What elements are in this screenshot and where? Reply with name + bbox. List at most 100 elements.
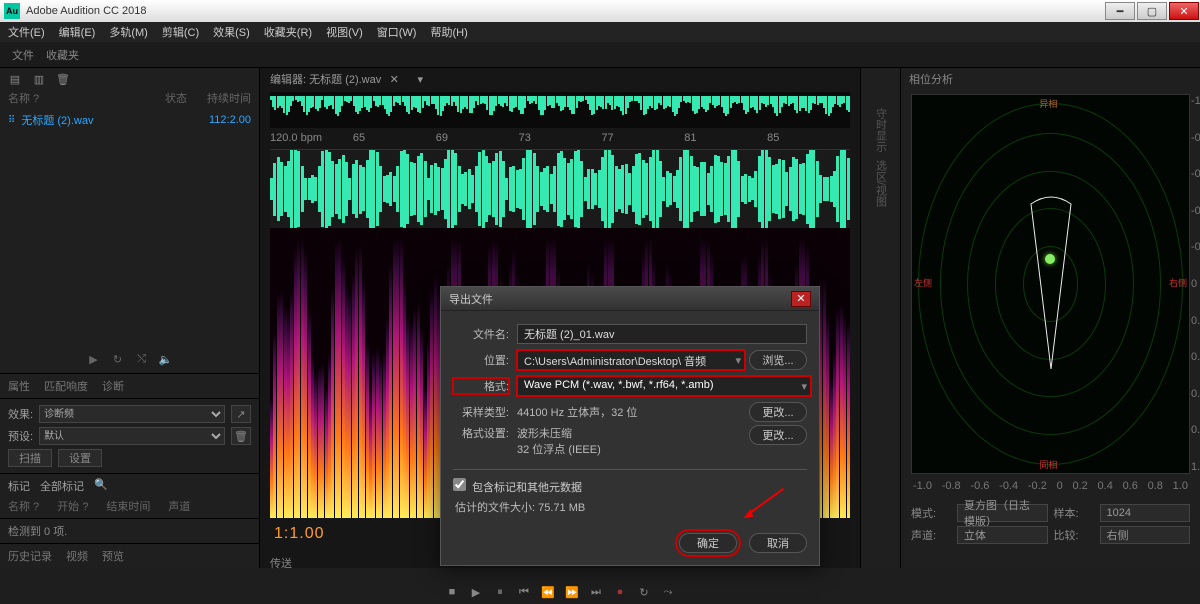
skip-icon[interactable]: ⤭	[135, 352, 149, 366]
new-file-icon[interactable]: ▤	[8, 72, 22, 86]
effects-select[interactable]: 诊断频	[39, 405, 225, 423]
preset-delete-icon[interactable]: 🗑	[231, 427, 251, 445]
menu-bar: 文件(E) 编辑(E) 多轨(M) 剪辑(C) 效果(S) 收藏夹(R) 视图(…	[0, 22, 1200, 42]
filename-field[interactable]	[517, 324, 807, 344]
search-icon[interactable]: 🔍	[94, 478, 108, 494]
collapsed-sel[interactable]: 选区/视图	[873, 160, 889, 207]
include-markers-label: 包含标记和其他元数据	[472, 482, 582, 494]
file-name: 无标题 (2).wav	[21, 112, 93, 128]
menu-window[interactable]: 窗口(W)	[377, 24, 417, 40]
preset-select[interactable]: 默认	[39, 427, 225, 445]
volume-icon[interactable]: 🔈	[159, 352, 173, 366]
estimate-label: 估计的文件大小:	[455, 502, 535, 514]
phase-channel-select[interactable]: 立体	[957, 526, 1048, 544]
rewind-icon[interactable]: ⏮	[517, 585, 531, 599]
window-minimize-button[interactable]: ━	[1105, 2, 1135, 20]
close-editor-icon[interactable]: ✕	[387, 72, 401, 86]
app-logo: Au	[4, 3, 20, 19]
format-label: 格式:	[453, 378, 509, 394]
marker-col-ch[interactable]: 声道	[168, 498, 190, 514]
menu-multitrack[interactable]: 多轨(M)	[109, 24, 148, 40]
file-duration: 112:2.00	[209, 114, 251, 126]
formatsettings-value: 波形未压缩32 位浮点 (IEEE)	[517, 425, 741, 457]
browse-button[interactable]: 浏览...	[749, 350, 807, 370]
transport-label: 传送	[270, 555, 292, 571]
history-tab[interactable]: 历史记录	[8, 548, 52, 564]
estimate-value: 75.71 MB	[538, 502, 585, 514]
back-icon[interactable]: ⏪	[541, 585, 555, 599]
editor-title: 编辑器: 无标题 (2).wav	[270, 71, 381, 87]
menu-clip[interactable]: 剪辑(C)	[162, 24, 199, 40]
location-label: 位置:	[453, 352, 509, 368]
play-icon[interactable]: ▶	[87, 352, 101, 366]
change-format-button[interactable]: 更改...	[749, 425, 807, 445]
tab-loudness[interactable]: 匹配响度	[44, 378, 88, 394]
file-row[interactable]: ⠿ 无标题 (2).wav 112:2.00	[0, 110, 259, 130]
record-icon[interactable]: ●	[613, 585, 627, 599]
preview-tab[interactable]: 预览	[102, 548, 124, 564]
window-titlebar: Au Adobe Audition CC 2018 ━ ▢ ✕	[0, 0, 1200, 22]
workspace-tabs: 文件 收藏夹	[0, 42, 1200, 68]
loop-icon[interactable]: ↻	[637, 585, 651, 599]
detect-status: 检测到 0 项.	[0, 518, 259, 543]
cancel-button[interactable]: 取消	[749, 533, 807, 553]
menu-edit[interactable]: 编辑(E)	[59, 24, 96, 40]
tab-files[interactable]: 文件	[12, 47, 34, 63]
marker-col-start[interactable]: 开始 ?	[57, 498, 88, 514]
tab-properties[interactable]: 属性	[8, 378, 30, 394]
pause-icon[interactable]: ⏸	[493, 585, 507, 599]
col-duration[interactable]: 持续时间	[207, 90, 251, 110]
location-select[interactable]: C:\Users\Administrator\Desktop\ 音频	[517, 350, 745, 370]
collapsed-time[interactable]: 守时显示	[873, 108, 889, 152]
tab-favorites[interactable]: 收藏夹	[46, 47, 79, 63]
phase-vectorscope: 异相 左侧 右侧 同相 -1.0-0.8-0.6-0.4-0.200.20.40…	[911, 94, 1190, 474]
filename-label: 文件名:	[453, 326, 509, 342]
menu-help[interactable]: 帮助(H)	[430, 24, 467, 40]
menu-effects[interactable]: 效果(S)	[213, 24, 250, 40]
scan-button[interactable]: 扫描	[8, 449, 52, 467]
tab-diagnostics[interactable]: 诊断	[102, 378, 124, 394]
phase-samples-select[interactable]: 1024	[1100, 504, 1191, 522]
effect-apply-icon[interactable]: ↗	[231, 405, 251, 423]
markers-tab[interactable]: 标记	[8, 478, 30, 494]
loop-icon[interactable]: ↻	[111, 352, 125, 366]
marker-col-name[interactable]: 名称 ?	[8, 498, 39, 514]
window-title: Adobe Audition CC 2018	[26, 5, 146, 17]
menu-file[interactable]: 文件(E)	[8, 24, 45, 40]
menu-view[interactable]: 视图(V)	[326, 24, 363, 40]
col-name[interactable]: 名称 ?	[8, 90, 39, 110]
trash-icon[interactable]: 🗑	[56, 72, 70, 86]
all-markers-tab[interactable]: 全部标记	[40, 478, 84, 494]
end-icon[interactable]: ⏭	[589, 585, 603, 599]
skip-silence-icon[interactable]: ⤳	[661, 585, 675, 599]
dialog-close-button[interactable]: ✕	[791, 291, 811, 307]
open-file-icon[interactable]: ▥	[32, 72, 46, 86]
play-icon[interactable]: ▶	[469, 585, 483, 599]
video-tab[interactable]: 视频	[66, 548, 88, 564]
waveform-display[interactable]: dB -3 -6 -12 -∞	[270, 150, 850, 228]
fwd-icon[interactable]: ⏩	[565, 585, 579, 599]
include-markers-checkbox[interactable]	[453, 478, 466, 491]
window-maximize-button[interactable]: ▢	[1137, 2, 1167, 20]
sampletype-label: 采样类型:	[453, 404, 509, 420]
dialog-title: 导出文件	[449, 291, 493, 307]
overview-waveform[interactable]	[270, 92, 850, 128]
marker-col-end[interactable]: 结束时间	[106, 498, 150, 514]
menu-favorites[interactable]: 收藏夹(R)	[264, 24, 312, 40]
bpm-label: 120.0 bpm	[270, 132, 353, 149]
settings-button[interactable]: 设置	[58, 449, 102, 467]
ok-button[interactable]: 确定	[679, 533, 737, 553]
phase-compare-select[interactable]: 右侧	[1100, 526, 1191, 544]
dropdown-icon[interactable]: ▾	[413, 72, 427, 86]
sampletype-value: 44100 Hz 立体声，32 位	[517, 404, 741, 420]
col-status[interactable]: 状态	[165, 90, 187, 110]
stop-icon[interactable]: ■	[445, 585, 459, 599]
window-close-button[interactable]: ✕	[1169, 2, 1199, 20]
collapsed-panels: 守时显示 选区/视图	[860, 68, 900, 568]
format-select[interactable]: Wave PCM (*.wav, *.bwf, *.rf64, *.amb)	[517, 376, 811, 396]
effects-label: 效果:	[8, 406, 33, 422]
transport-controls: ■ ▶ ⏸ ⏮ ⏪ ⏩ ⏭ ● ↻ ⤳	[260, 580, 860, 604]
change-sample-button[interactable]: 更改...	[749, 402, 807, 422]
phase-mode-select[interactable]: 夏方图（日志模版）	[957, 504, 1048, 522]
time-ruler[interactable]: 120.0 bpm 65 69 73 77 81 85	[270, 132, 850, 150]
